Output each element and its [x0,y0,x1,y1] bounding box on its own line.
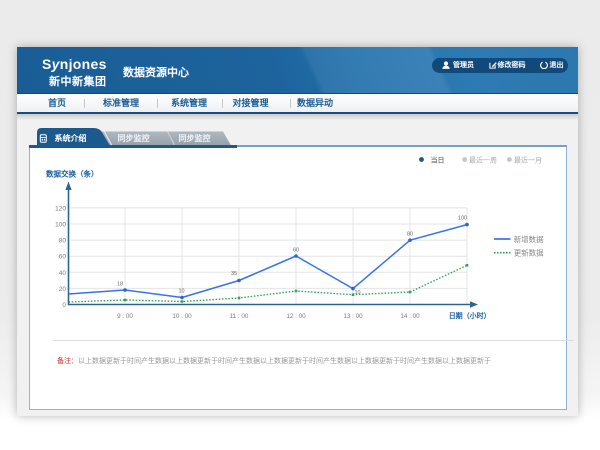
svg-text:80: 80 [407,232,413,238]
svg-text:数据交换（条）: 数据交换（条） [46,169,99,179]
svg-text:14 : 00: 14 : 00 [400,313,420,320]
svg-text:同步监控: 同步监控 [118,133,150,143]
svg-text:最近一月: 最近一月 [514,155,542,164]
svg-text:9 : 00: 9 : 00 [117,313,133,320]
svg-text:100: 100 [55,222,66,229]
svg-text:当日: 当日 [431,155,445,164]
svg-text:40: 40 [59,270,67,277]
svg-text:10: 10 [354,290,360,296]
svg-text:11 : 00: 11 : 00 [230,313,249,320]
svg-text:60: 60 [293,248,299,254]
svg-text:日期（小时）: 日期（小时） [449,311,491,320]
svg-text:更新数据: 更新数据 [514,248,544,258]
svg-text:同步监控: 同步监控 [179,133,211,143]
svg-text:10: 10 [178,289,184,295]
svg-text:60: 60 [59,254,67,261]
svg-text:20: 20 [59,286,67,293]
svg-text:120: 120 [55,205,66,212]
svg-text:35: 35 [231,271,237,277]
svg-text:系统介绍: 系统介绍 [55,133,87,143]
svg-text:100: 100 [458,216,467,222]
svg-text:13 : 00: 13 : 00 [343,313,363,320]
svg-text:新增数据: 新增数据 [514,234,544,244]
svg-text:18: 18 [117,282,123,288]
svg-text:最近一周: 最近一周 [469,155,497,164]
svg-text:80: 80 [59,238,67,245]
svg-text:12 : 00: 12 : 00 [286,313,306,320]
svg-text:10 : 00: 10 : 00 [172,313,192,320]
svg-text:0: 0 [62,302,66,309]
